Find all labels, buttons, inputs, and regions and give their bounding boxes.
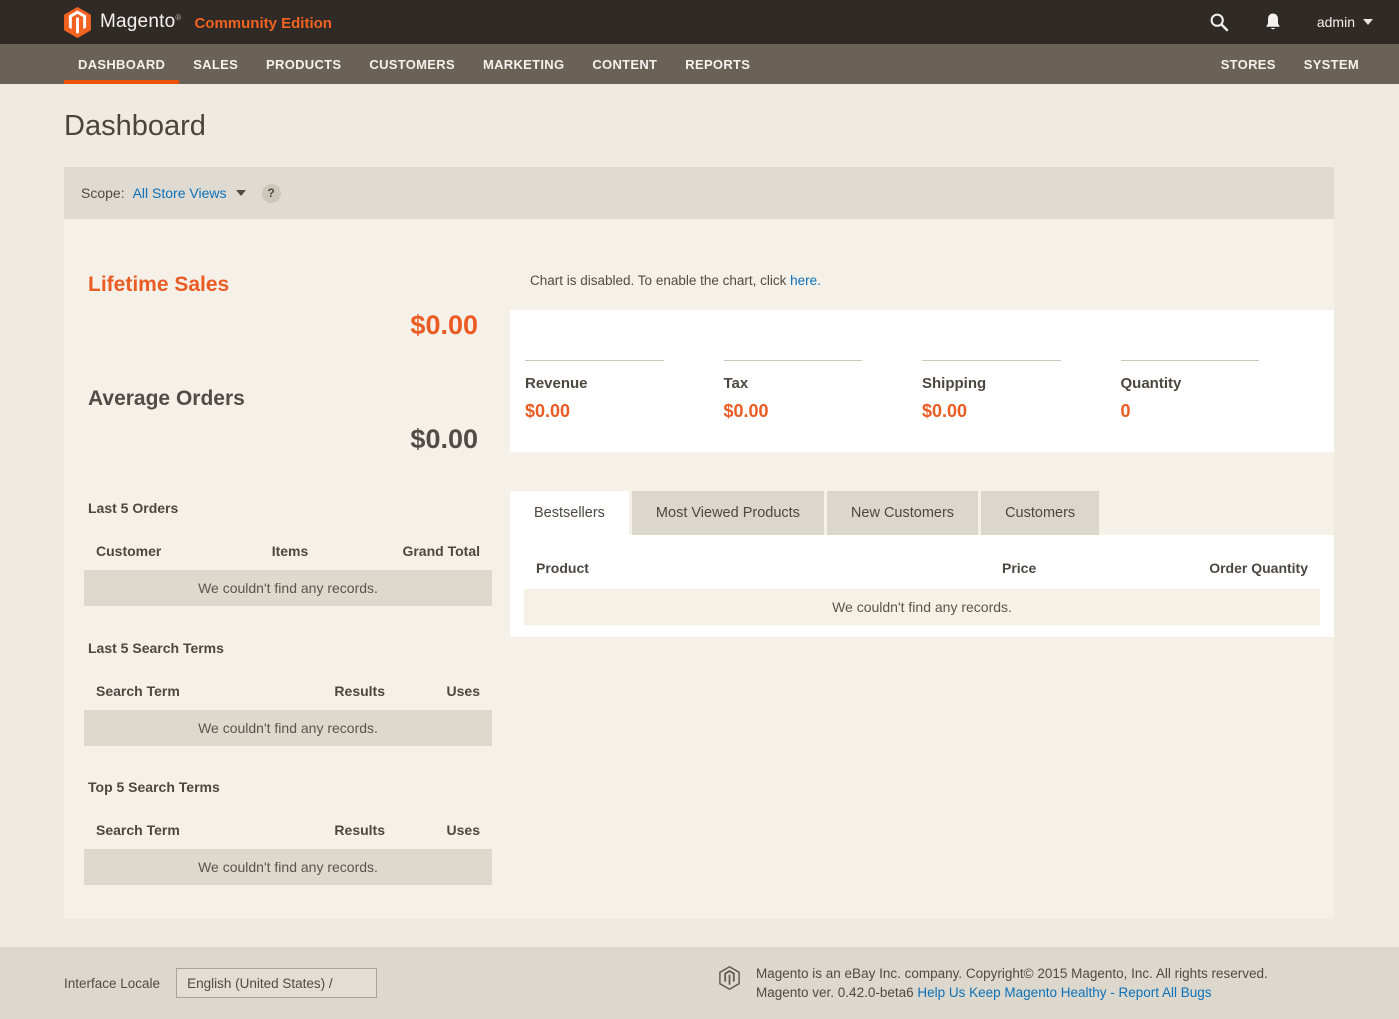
column-header-search-term: Search Term: [96, 821, 275, 839]
app-header: Magento® Community Edition admin: [0, 0, 1399, 44]
column-header-product: Product: [536, 559, 1002, 577]
stat-quantity-value: 0: [1121, 401, 1260, 421]
nav-item-system[interactable]: SYSTEM: [1290, 44, 1373, 84]
tab-new-customers[interactable]: New Customers: [827, 491, 978, 535]
stat-tax-label: Tax: [724, 375, 863, 393]
nav-item-sales[interactable]: SALES: [179, 44, 252, 84]
dashboard-left-column: Lifetime Sales $0.00 Average Orders $0.0…: [64, 219, 492, 919]
nav-item-reports[interactable]: REPORTS: [671, 44, 764, 84]
nav-item-marketing[interactable]: MARKETING: [469, 44, 578, 84]
footer-version-line: Magento ver. 0.42.0-beta6 Help Us Keep M…: [756, 983, 1268, 1002]
nav-item-dashboard[interactable]: DASHBOARD: [64, 44, 179, 84]
magento-footer-logo-icon: [719, 966, 740, 990]
stat-tax: Tax $0.00: [724, 360, 923, 452]
column-header-results: Results: [275, 821, 385, 839]
column-header-items: Items: [220, 542, 360, 560]
footer-text: Magento is an eBay Inc. company. Copyrig…: [756, 964, 1268, 1002]
nav-item-content[interactable]: CONTENT: [578, 44, 671, 84]
last-5-search-terms-empty-row: We couldn't find any records.: [84, 710, 492, 746]
stat-quantity-label: Quantity: [1121, 375, 1260, 393]
top-5-search-terms-title: Top 5 Search Terms: [88, 779, 492, 795]
average-orders-label: Average Orders: [88, 388, 492, 410]
enable-chart-link[interactable]: here.: [790, 273, 821, 288]
footer-version-text: Magento ver. 0.42.0-beta6: [756, 985, 917, 1000]
lifetime-sales-value: $0.00: [84, 310, 478, 340]
dashboard-tabs: Bestsellers Most Viewed Products New Cus…: [510, 491, 1334, 535]
magento-brand[interactable]: Magento® Community Edition: [64, 7, 332, 38]
help-icon[interactable]: ?: [262, 184, 281, 203]
dashboard-right-column: Chart is disabled. To enable the chart, …: [510, 219, 1334, 919]
column-header-uses: Uses: [385, 821, 480, 839]
interface-locale-label: Interface Locale: [64, 976, 160, 991]
stat-divider: [922, 360, 1061, 361]
top-5-search-terms-header: Search Term Results Uses: [84, 821, 492, 839]
footer-copyright-block: Magento is an eBay Inc. company. Copyrig…: [719, 964, 1334, 1002]
nav-item-products[interactable]: PRODUCTS: [252, 44, 355, 84]
last-5-orders-header: Customer Items Grand Total: [84, 542, 492, 560]
chart-disabled-notice: Chart is disabled. To enable the chart, …: [530, 271, 1334, 291]
top-5-search-terms-empty-row: We couldn't find any records.: [84, 849, 492, 885]
search-icon[interactable]: [1209, 12, 1229, 32]
nav-item-stores[interactable]: STORES: [1207, 44, 1290, 84]
last-5-orders-empty-row: We couldn't find any records.: [84, 570, 492, 606]
nav-item-customers[interactable]: CUSTOMERS: [355, 44, 469, 84]
bestsellers-panel: Product Price Order Quantity We couldn't…: [510, 535, 1334, 637]
brand-edition: Community Edition: [194, 15, 332, 32]
footer-copyright-line: Magento is an eBay Inc. company. Copyrig…: [756, 964, 1268, 983]
totals-panel: Revenue $0.00 Tax $0.00 Shipping $0.00 Q…: [510, 310, 1334, 452]
stat-divider: [724, 360, 863, 361]
tab-customers[interactable]: Customers: [981, 491, 1099, 535]
lifetime-sales-label: Lifetime Sales: [88, 274, 492, 296]
scope-label: Scope:: [81, 185, 125, 201]
brand-trademark: ®: [175, 13, 181, 22]
column-header-grand-total: Grand Total: [360, 542, 480, 560]
interface-locale-select[interactable]: English (United States) /: [176, 968, 377, 998]
last-5-orders-title: Last 5 Orders: [88, 500, 492, 516]
magento-logo-icon: [64, 7, 91, 38]
tab-bestsellers[interactable]: Bestsellers: [510, 491, 629, 535]
page-title: Dashboard: [64, 106, 1334, 146]
stat-revenue-value: $0.00: [525, 401, 664, 421]
bestsellers-empty-row: We couldn't find any records.: [524, 589, 1320, 625]
chart-disabled-text: Chart is disabled. To enable the chart, …: [530, 273, 790, 288]
column-header-results: Results: [275, 682, 385, 700]
brand-name: Magento®: [100, 11, 181, 33]
main-navigation: DASHBOARD SALES PRODUCTS CUSTOMERS MARKE…: [0, 44, 1399, 84]
report-bugs-link[interactable]: Help Us Keep Magento Healthy - Report Al…: [917, 985, 1211, 1000]
chevron-down-icon: [1363, 19, 1373, 25]
bestsellers-table-header: Product Price Order Quantity: [510, 535, 1334, 577]
stat-shipping-label: Shipping: [922, 375, 1061, 393]
stat-divider: [1121, 360, 1260, 361]
tab-most-viewed-products[interactable]: Most Viewed Products: [632, 491, 824, 535]
admin-user-name: admin: [1317, 14, 1355, 30]
stat-shipping: Shipping $0.00: [922, 360, 1121, 452]
column-header-uses: Uses: [385, 682, 480, 700]
stat-revenue: Revenue $0.00: [525, 360, 724, 452]
last-5-search-terms-title: Last 5 Search Terms: [88, 640, 492, 656]
main-content: Dashboard Scope: All Store Views ? Lifet…: [0, 106, 1399, 919]
scope-selector[interactable]: All Store Views: [133, 185, 227, 201]
column-header-search-term: Search Term: [96, 682, 275, 700]
interface-locale-group: Interface Locale English (United States)…: [64, 968, 377, 998]
column-header-order-quantity: Order Quantity: [1158, 559, 1308, 577]
stat-divider: [525, 360, 664, 361]
stat-shipping-value: $0.00: [922, 401, 1061, 421]
stat-revenue-label: Revenue: [525, 375, 664, 393]
nav-spacer: [764, 44, 1206, 84]
chevron-down-icon[interactable]: [236, 190, 246, 196]
notifications-bell-icon[interactable]: [1263, 12, 1283, 32]
header-actions: admin: [1209, 12, 1373, 32]
average-orders-value: $0.00: [84, 424, 478, 454]
scope-bar: Scope: All Store Views ?: [64, 167, 1334, 219]
dashboard-panel: Lifetime Sales $0.00 Average Orders $0.0…: [64, 219, 1334, 919]
column-header-price: Price: [1002, 559, 1158, 577]
app-footer: Interface Locale English (United States)…: [0, 947, 1399, 1019]
last-5-search-terms-header: Search Term Results Uses: [84, 682, 492, 700]
admin-user-menu[interactable]: admin: [1317, 14, 1373, 30]
stat-quantity: Quantity 0: [1121, 360, 1320, 452]
stat-tax-value: $0.00: [724, 401, 863, 421]
column-header-customer: Customer: [96, 542, 220, 560]
